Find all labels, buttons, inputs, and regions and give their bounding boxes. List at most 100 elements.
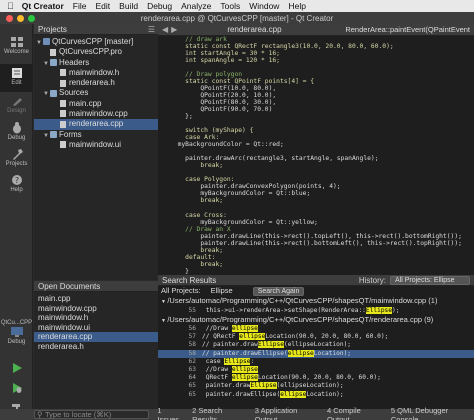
code-line: } [170,267,189,275]
tree-item-mainwindow-h[interactable]: mainwindow.h [34,68,158,78]
tree-item-forms[interactable]: ▼ Forms [34,130,158,140]
mode-welcome-label: Welcome [4,49,29,55]
tree-item-sources[interactable]: ▼ Sources [34,88,158,98]
forward-arrow-icon[interactable]: ▶ [171,25,177,34]
menu-edit[interactable]: Edit [96,1,111,11]
search-results-panel: Search Results History: All Projects: El… [158,275,474,409]
apple-icon[interactable]:  [7,1,14,11]
search-hit-text: Location); [313,349,352,357]
menu-file[interactable]: File [73,1,87,11]
tree-item-mainwindow-cpp[interactable]: mainwindow.cpp [34,109,158,119]
search-hit-match: ellipse [231,374,258,382]
tree-item-mainwindow-ui[interactable]: mainwindow.ui [34,140,158,150]
open-documents-panel: Open Documents main.cpp mainwindow.cpp m… [34,281,158,409]
menu-app[interactable]: Qt Creator [22,1,64,11]
search-hit-row[interactable]: 58 // painter.drawEllipse(ellipseLocation… [158,341,474,349]
mode-edit[interactable]: Edit [0,64,33,92]
locator-input[interactable]: ⚲ Type to locate (⌘K) [34,410,150,419]
search-again-button[interactable]: Search Again [252,286,305,296]
search-hit-text: Location(90.0, 20.0, 80.0, 60.0); [265,333,389,341]
debug-run-icon [12,383,22,393]
search-hit-line-number: 65 [188,390,196,398]
search-hit-row[interactable]: 65 painter.drawEllipse(ellipseLocation); [158,382,474,390]
code-line: break; [170,246,224,254]
mode-debug-label: Debug [7,135,26,141]
code-line: QPointF(10.0, 80.0), [170,85,277,93]
output-tab-qml-debugger[interactable]: 5 QML Debugger Console [391,406,474,420]
open-doc-item[interactable]: mainwindow.ui [34,323,158,333]
run-button[interactable] [0,362,33,375]
search-hit-row[interactable]: 56 //Draw ellipse [158,325,474,333]
search-file-row[interactable]: ▼ /Users/automac/Programming/C++/QtCurve… [158,296,474,306]
open-doc-item[interactable]: mainwindow.cpp [34,304,158,314]
search-hit-text: : [250,357,255,365]
cpp-file-icon [60,110,66,118]
mode-projects-label: Projects [5,161,28,167]
menu-window[interactable]: Window [249,1,279,11]
tree-item-label: mainwindow.ui [69,139,122,149]
tree-item-label: main.cpp [69,98,102,108]
mode-debug[interactable]: Debug [0,122,33,141]
kit-selector[interactable]: QtCu...CPP Debug [0,320,33,345]
code-line: myBackgroundColor = Qt::red; [170,141,284,149]
filter-icon[interactable]: ☰ [148,25,155,34]
history-dropdown[interactable]: All Projects: Ellipse [390,275,470,285]
search-hit-row[interactable]: 55 this->ui->renderArea->setShape(Render… [158,306,474,315]
search-hit-row[interactable]: 63 //Draw ellipse [158,366,474,374]
open-doc-item[interactable]: mainwindow.h [34,313,158,323]
back-arrow-icon[interactable]: ◀ [162,25,168,34]
editor-function-selector[interactable]: RenderArea::paintEvent(QPaintEvent [345,25,470,34]
file-icon [50,48,56,56]
menu-tools[interactable]: Tools [220,1,240,11]
output-tab-issues[interactable]: 1 Issues [157,406,184,420]
tree-item-main-cpp[interactable]: main.cpp [34,99,158,109]
status-bar: ⚲ Type to locate (⌘K) 1 Issues 2 Search … [0,406,474,420]
search-file-path: /Users/automac/Programming/C++/QtCurvesC… [167,296,438,306]
mode-projects[interactable]: Projects [0,148,33,167]
mode-welcome[interactable]: Welcome [0,36,33,55]
search-hit-match: ellipse [287,349,314,357]
mode-sidebar: Welcome Edit Design Debug Projects ? Hel… [0,24,33,420]
search-hit-row[interactable]: 57 // QRectF ellipseLocation(90.0, 20.0, … [158,333,474,341]
tree-item-project[interactable]: ▼ QtCurvesCPP [master] [34,37,158,47]
menu-debug[interactable]: Debug [147,1,172,11]
menu-help[interactable]: Help [288,1,305,11]
open-doc-item[interactable]: renderarea.cpp [34,332,158,342]
search-hit-row[interactable]: 64 QRectF ellipseLocation(90.0, 20.0, 80… [158,374,474,382]
search-file-path: /Users/automac/Programming/C++/QtCurvesC… [167,314,434,324]
open-documents-header-label[interactable]: Open Documents [38,282,100,291]
open-doc-item[interactable]: main.cpp [34,294,158,304]
search-hit-row[interactable]: 65 painter.drawEllipse(ellipseLocation); [158,390,474,399]
tree-item-renderarea-cpp[interactable]: renderarea.cpp [34,119,158,130]
tree-item-label: Headers [59,57,90,67]
mode-help[interactable]: ? Help [0,174,33,193]
editor-filename[interactable]: renderarea.cpp [227,25,281,34]
code-area[interactable]: // draw ark static const QRectF rectangl… [158,36,474,275]
open-documents-header: Open Documents [34,281,158,292]
ui-file-icon [60,141,66,149]
search-file-row[interactable]: ▼ /Users/automac/Programming/C++/QtCurve… [158,315,474,325]
debug-run-button[interactable] [0,382,33,395]
code-line: QPointF(80.0, 30.0), [170,99,277,107]
search-hit-row[interactable]: 58 // painter.drawEllipse(ellipseLocation… [158,349,474,358]
tree-item-renderarea-h[interactable]: renderarea.h [34,78,158,88]
tree-item-label: renderarea.cpp [69,119,124,129]
output-tab-compile-output[interactable]: 4 Compile Output [327,406,383,420]
output-tab-application-output[interactable]: 3 Application Output [255,406,319,420]
search-hit-text: (ellipseLocation); [276,382,344,390]
menu-analyze[interactable]: Analyze [181,1,211,11]
mode-design[interactable]: Design [0,95,33,114]
menu-build[interactable]: Build [119,1,138,11]
code-line: }; [170,113,193,121]
projects-header-label[interactable]: Projects [38,25,67,34]
open-doc-item[interactable]: renderarea.h [34,342,158,352]
tree-item-pro-file[interactable]: QtCurvesCPP.pro [34,47,158,57]
search-hit-match: Ellipse [365,306,392,314]
code-line: default: [170,253,216,261]
search-hit-match: Ellipse [224,357,251,365]
search-hit-row[interactable]: 62 case Ellipse: [158,357,474,366]
project-tree: ▼ QtCurvesCPP [master] QtCurvesCPP.pro ▼ H… [34,35,158,150]
tree-item-label: mainwindow.cpp [69,109,128,119]
output-tab-search-results[interactable]: 2 Search Results [192,406,247,420]
tree-item-headers[interactable]: ▼ Headers [34,58,158,68]
